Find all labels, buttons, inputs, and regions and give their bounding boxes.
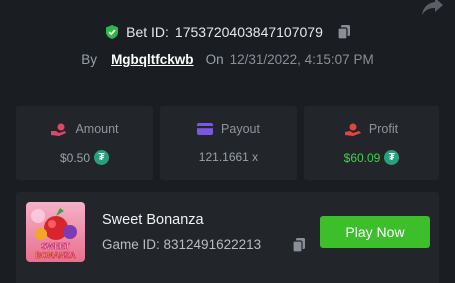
svg-text:BONANZA: BONANZA — [36, 251, 76, 260]
bet-id-value: 1753720403847107079 — [174, 24, 323, 40]
amount-card: Amount $0.50 ₮ — [16, 106, 153, 180]
profit-hand-icon — [344, 123, 361, 136]
svg-text:SWEET: SWEET — [41, 242, 70, 251]
on-label: On — [205, 52, 224, 67]
play-now-button[interactable]: Play Now — [320, 216, 430, 248]
tether-icon: ₮ — [384, 150, 400, 165]
bet-date: 12/31/2022, 4:15:07 PM — [229, 52, 374, 67]
amount-label: Amount — [75, 122, 119, 136]
game-card: SWEET BONANZA Sweet Bonanza Game ID: 831… — [16, 192, 439, 283]
username-link[interactable]: Mgbqltfckwb — [111, 52, 194, 67]
payout-value: 121.1661 x — [198, 150, 259, 164]
by-label: By — [81, 52, 98, 67]
payout-label: Payout — [221, 122, 260, 136]
amount-value: $0.50 — [59, 150, 91, 165]
copy-bet-id-icon[interactable] — [337, 24, 351, 40]
coins-hand-icon — [51, 123, 67, 136]
tether-icon: ₮ — [94, 150, 110, 165]
game-thumbnail[interactable]: SWEET BONANZA — [26, 202, 85, 262]
profit-value: $60.09 — [343, 150, 381, 165]
copy-game-id-icon[interactable] — [292, 237, 306, 253]
game-title: Sweet Bonanza — [102, 212, 204, 228]
game-id: Game ID: 8312491622213 — [102, 237, 262, 252]
bet-id-row: Bet ID: 1753720403847107079 — [0, 24, 455, 40]
share-icon[interactable] — [421, 0, 445, 16]
profit-label: Profit — [368, 122, 399, 136]
bet-id-label: Bet ID: — [126, 24, 169, 40]
wallet-card-icon — [197, 123, 214, 135]
profit-card: Profit $60.09 ₮ — [304, 106, 439, 180]
payout-card: Payout 121.1661 x — [160, 106, 297, 180]
verified-shield-icon — [106, 25, 119, 39]
author-row: By Mgbqltfckwb On 12/31/2022, 4:15:07 PM — [0, 52, 455, 67]
